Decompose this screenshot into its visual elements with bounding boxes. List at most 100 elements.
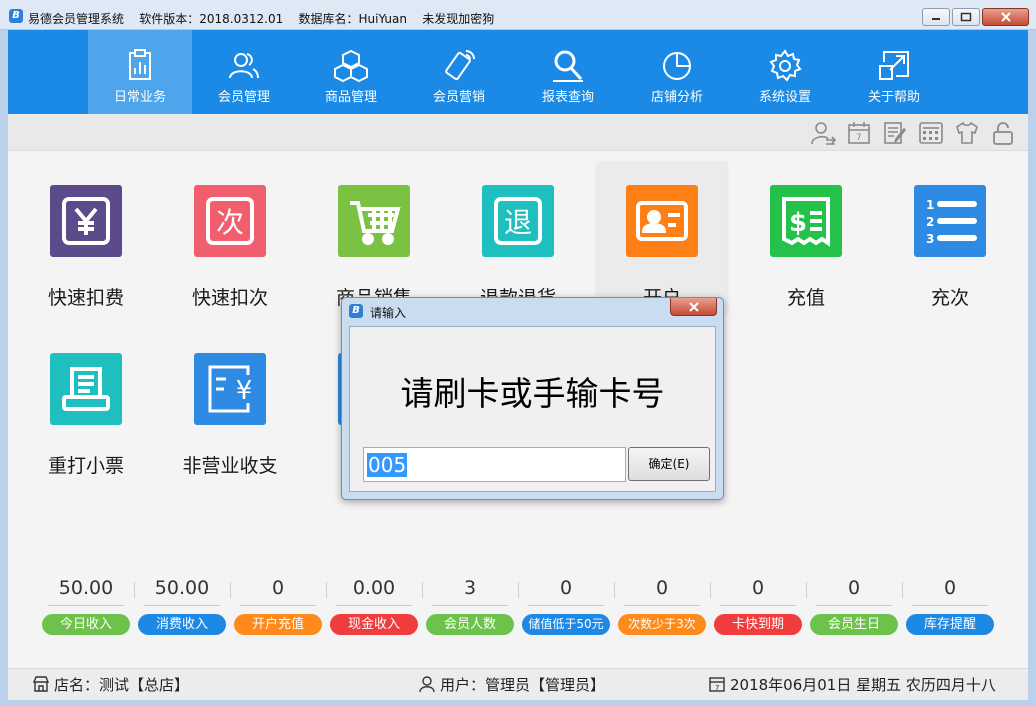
- close-icon: [1000, 12, 1011, 22]
- quick-toolbar: 7: [8, 114, 1028, 151]
- gear-icon: [769, 49, 802, 82]
- stat-badge: 卡快到期: [714, 614, 802, 635]
- app-logo-icon: B: [9, 9, 23, 23]
- nav-label: 会员管理: [217, 90, 270, 105]
- top-nav: 日常业务 会员管理 商品管理 会员营销 报表查询 店铺分析 系统设置 关于帮助: [8, 30, 1028, 114]
- status-user: 用户：管理员【管理员】: [418, 674, 605, 696]
- stat-badge: 次数少于3次: [618, 614, 706, 635]
- status-date-text: 2018年06月01日 星期五 农历四月十八: [730, 676, 996, 694]
- tile-quick-deduct-count[interactable]: 次 快速扣次: [165, 163, 295, 313]
- title-bar: B 易德会员管理系统 软件版本：2018.0312.01 数据库名：HuiYua…: [0, 0, 1036, 30]
- stat-today-income[interactable]: 50.00 今日收入: [40, 576, 132, 636]
- ok-button[interactable]: 确定(E): [628, 447, 710, 481]
- status-shop-text: 店名：测试【总店】: [54, 676, 190, 694]
- tile-product-sales[interactable]: 商品销售: [309, 163, 439, 313]
- stat-badge: 现金收入: [330, 614, 418, 635]
- nav-product-management[interactable]: 商品管理: [299, 30, 403, 114]
- tile-label: 非营业收支: [182, 455, 278, 477]
- svg-text:3: 3: [926, 232, 934, 246]
- svg-text:¥: ¥: [236, 376, 253, 406]
- stat-badge: 储值低于50元: [522, 614, 610, 635]
- stat-badge: 会员生日: [810, 614, 898, 635]
- id-card-icon: [626, 185, 698, 257]
- tile-quick-charge[interactable]: 快速扣费: [21, 163, 151, 313]
- calculator-icon[interactable]: [918, 120, 944, 146]
- tile-label: 快速扣次: [191, 287, 268, 309]
- shirt-icon[interactable]: [954, 120, 980, 146]
- refund-icon: 退: [482, 185, 554, 257]
- svg-text:$: $: [789, 208, 807, 238]
- card-input-dialog: B 请输入 请刷卡或手输卡号 005 确定(E): [341, 297, 724, 500]
- stat-card-expiring[interactable]: 0 卡快到期: [712, 576, 804, 636]
- stat-badge: 库存提醒: [906, 614, 994, 635]
- stat-consumption-income[interactable]: 50.00 消费收入: [136, 576, 228, 636]
- shop-icon: [32, 676, 50, 692]
- calendar-icon[interactable]: 7: [846, 120, 872, 146]
- close-icon: [688, 301, 699, 312]
- tile-label: 充值: [786, 287, 825, 309]
- phone-icon: [445, 50, 475, 81]
- nav-member-management[interactable]: 会员管理: [192, 30, 296, 114]
- window-title: 易德会员管理系统 软件版本：2018.0312.01 数据库名：HuiYuan …: [28, 12, 495, 26]
- card-number-value: 005: [367, 453, 408, 477]
- dialog-body: 请刷卡或手输卡号 005 确定(E): [349, 326, 716, 492]
- dialog-title: 请输入: [370, 306, 407, 320]
- nav-about-help[interactable]: 关于帮助: [842, 30, 946, 114]
- nav-label: 系统设置: [758, 90, 811, 105]
- minimize-icon: [932, 18, 940, 20]
- notes-icon[interactable]: [882, 120, 908, 146]
- close-button[interactable]: [982, 8, 1029, 26]
- tile-open-account[interactable]: 开户: [597, 163, 727, 313]
- tile-recharge[interactable]: $ 充值: [741, 163, 871, 313]
- nav-system-settings[interactable]: 系统设置: [733, 30, 837, 114]
- nav-shop-analysis[interactable]: 店铺分析: [625, 30, 729, 114]
- stat-badge: 今日收入: [42, 614, 130, 635]
- minimize-button[interactable]: [922, 8, 950, 26]
- stat-member-count[interactable]: 3 会员人数: [424, 576, 516, 636]
- svg-text:7: 7: [856, 133, 862, 143]
- stat-low-count[interactable]: 0 次数少于3次: [616, 576, 708, 636]
- pie-chart-icon: [663, 52, 691, 80]
- tile-label: 充次: [930, 287, 969, 309]
- status-bar: 店名：测试【总店】 用户：管理员【管理员】 7 2018年06月01日 星期五 农…: [8, 668, 1028, 700]
- nav-label: 店铺分析: [650, 90, 703, 105]
- tile-label: 重打小票: [47, 455, 124, 477]
- stat-value: 50.00: [154, 577, 210, 599]
- clipboard-icon: [129, 49, 151, 80]
- lock-icon[interactable]: [990, 120, 1016, 146]
- tile-reprint-receipt[interactable]: 重打小票: [21, 331, 151, 481]
- status-user-text: 用户：管理员【管理员】: [440, 676, 606, 694]
- stat-low-balance[interactable]: 0 储值低于50元: [520, 576, 612, 636]
- recharge-icon: $: [770, 185, 842, 257]
- stat-open-recharge[interactable]: 0 开户充值: [232, 576, 324, 636]
- receipt-printer-icon: [50, 353, 122, 425]
- nav-label: 关于帮助: [867, 90, 920, 105]
- dialog-close-button[interactable]: [670, 298, 717, 316]
- stat-value: 50.00: [58, 577, 114, 599]
- stat-member-birthday[interactable]: 0 会员生日: [808, 576, 900, 636]
- card-number-input[interactable]: 005: [363, 447, 626, 482]
- nav-daily-business[interactable]: 日常业务: [88, 30, 192, 114]
- user-icon: [419, 676, 435, 693]
- nav-report-query[interactable]: 报表查询: [516, 30, 620, 114]
- stat-value: 0: [271, 577, 285, 599]
- nav-member-marketing[interactable]: 会员营销: [407, 30, 511, 114]
- tile-label: 快速扣费: [47, 287, 124, 309]
- maximize-button[interactable]: [952, 8, 980, 26]
- stat-value: 0: [559, 577, 573, 599]
- tile-add-count[interactable]: 1 2 3 充次: [885, 163, 1015, 313]
- yen-card-icon: [50, 185, 122, 257]
- stat-value: 0: [655, 577, 669, 599]
- nav-label: 会员营销: [432, 90, 485, 105]
- stat-cash-income[interactable]: 0.00 现金收入: [328, 576, 420, 636]
- stat-value: 0.00: [352, 577, 396, 599]
- stat-value: 0: [847, 577, 861, 599]
- stat-stock-alert[interactable]: 0 库存提醒: [904, 576, 996, 636]
- tile-refund-return[interactable]: 退 退款退货: [453, 163, 583, 313]
- magnifier-icon: [553, 50, 583, 82]
- stat-badge: 会员人数: [426, 614, 514, 635]
- tile-non-business-income[interactable]: ¥ 非营业收支: [165, 331, 295, 481]
- dialog-app-icon: B: [349, 304, 363, 318]
- user-switch-icon[interactable]: [810, 120, 836, 146]
- stat-badge: 开户充值: [234, 614, 322, 635]
